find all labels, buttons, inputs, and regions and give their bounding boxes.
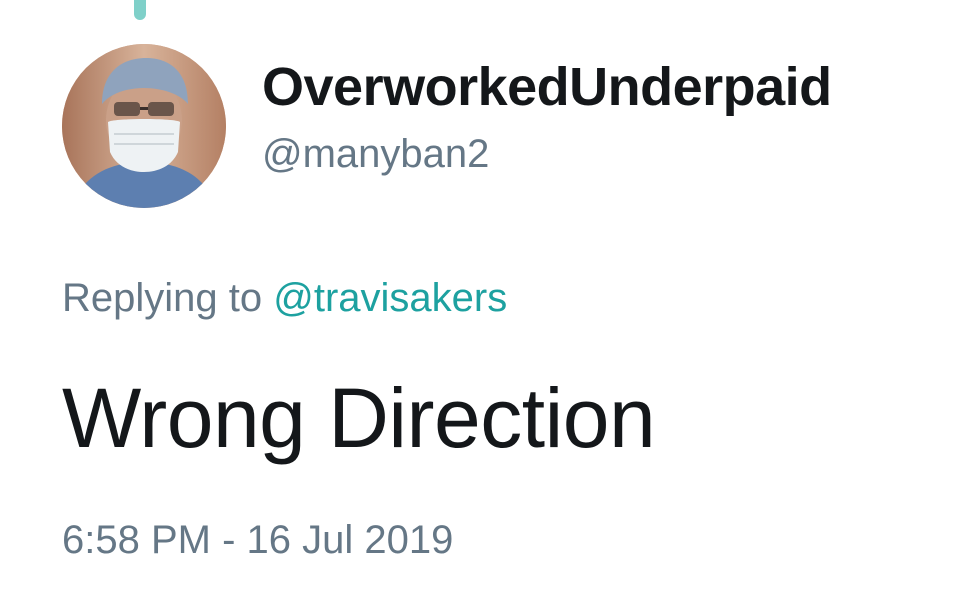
replying-to-label: Replying to xyxy=(62,276,263,320)
reply-mention-link[interactable]: @travisakers xyxy=(273,276,507,320)
thread-connector-line xyxy=(134,0,146,20)
author-handle[interactable]: @manyban2 xyxy=(262,132,489,177)
tweet-text: Wrong Direction xyxy=(62,371,656,465)
author-avatar[interactable] xyxy=(62,44,226,208)
author-display-name[interactable]: OverworkedUnderpaid xyxy=(262,56,832,118)
tweet-timestamp[interactable]: 6:58 PM - 16 Jul 2019 xyxy=(62,518,453,563)
profile-photo-icon xyxy=(62,44,226,208)
replying-to-line: Replying to @travisakers xyxy=(62,276,507,321)
